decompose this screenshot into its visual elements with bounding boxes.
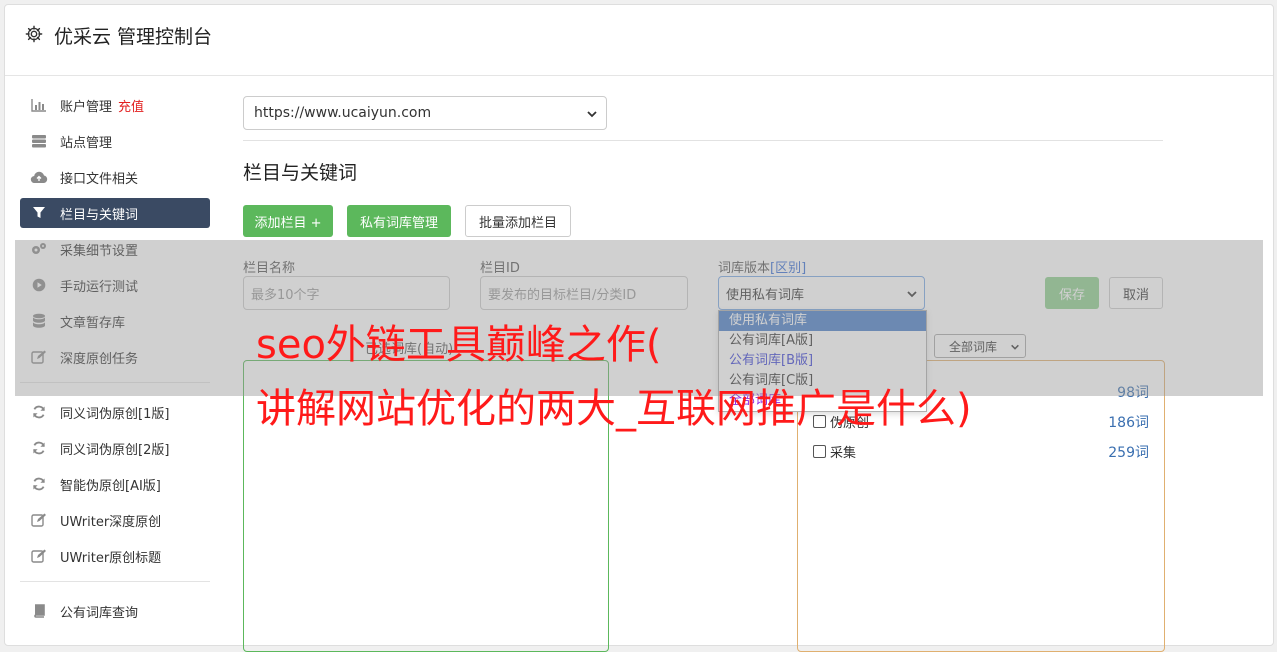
overlay-banner: [15, 240, 1263, 396]
cloud-upload-icon: [30, 169, 48, 185]
filter-icon: [30, 205, 48, 221]
sidebar-item-sites[interactable]: 站点管理: [20, 126, 210, 156]
book-icon: [30, 603, 48, 619]
sidebar-item-account[interactable]: 账户管理 充值: [20, 90, 210, 120]
overlay-headline-line2: 讲解网站优化的两大_互联网推广是什么): [256, 386, 972, 432]
refresh-icon: [30, 476, 48, 492]
add-column-button[interactable]: 添加栏目 +: [243, 205, 333, 237]
batch-add-button[interactable]: 批量添加栏目: [465, 205, 571, 237]
sidebar-divider: [20, 581, 210, 582]
server-icon: [30, 133, 48, 149]
sidebar-item-label: UWriter原创标题: [60, 550, 162, 566]
site-select[interactable]: https://www.ucaiyun.com: [243, 96, 607, 130]
sidebar-item-uwriter-deep[interactable]: UWriter深度原创: [20, 505, 210, 535]
sidebar-item-uwriter-title[interactable]: UWriter原创标题: [20, 541, 210, 571]
overlay-headline-line1: seo外链工具巅峰之作(: [256, 322, 662, 368]
sidebar-item-label: 栏目与关键词: [60, 207, 139, 223]
refresh-icon: [30, 440, 48, 456]
edit-icon: [30, 548, 48, 564]
sidebar-item-label: 智能伪原创[AI版]: [60, 478, 161, 494]
edit-icon: [30, 512, 48, 528]
private-library-button[interactable]: 私有词库管理: [347, 205, 451, 237]
sidebar-item-label: UWriter深度原创: [60, 514, 162, 530]
sidebar-item-synonym-v1[interactable]: 同义词伪原创[1版]: [20, 397, 210, 427]
library-item[interactable]: 采集: [813, 442, 856, 461]
divider: [243, 140, 1163, 141]
sidebar-item-label: 站点管理: [60, 135, 113, 151]
gear-icon: [25, 25, 43, 43]
sidebar-item-columns-keywords[interactable]: 栏目与关键词: [20, 198, 210, 228]
bar-chart-icon: [30, 97, 48, 113]
sidebar-item-api-files[interactable]: 接口文件相关: [20, 162, 210, 192]
sidebar-item-label: 公有词库查询: [60, 605, 139, 621]
library-checkbox[interactable]: [813, 445, 826, 458]
sidebar-item-public-lib[interactable]: 公有词库查询: [20, 596, 210, 626]
chevron-down-icon: [587, 111, 597, 118]
sidebar-item-synonym-v2[interactable]: 同义词伪原创[2版]: [20, 433, 210, 463]
app-title: 优采云 管理控制台: [54, 26, 213, 48]
sidebar-item-ai-rewrite[interactable]: 智能伪原创[AI版]: [20, 469, 210, 499]
page-title: 栏目与关键词: [243, 162, 358, 184]
sidebar-item-label: 同义词伪原创[2版]: [60, 442, 170, 458]
recharge-link[interactable]: 充值: [118, 96, 144, 115]
sidebar-item-label: 接口文件相关: [60, 171, 139, 187]
library-count: 186词: [1108, 415, 1149, 431]
site-select-value: https://www.ucaiyun.com: [254, 105, 432, 121]
sidebar-item-label: 账户管理: [60, 99, 113, 115]
sidebar-item-label: 同义词伪原创[1版]: [60, 406, 170, 422]
top-header: 优采云 管理控制台: [5, 5, 1273, 76]
library-item-label: 采集: [830, 446, 857, 461]
refresh-icon: [30, 404, 48, 420]
library-count: 259词: [1108, 445, 1149, 461]
